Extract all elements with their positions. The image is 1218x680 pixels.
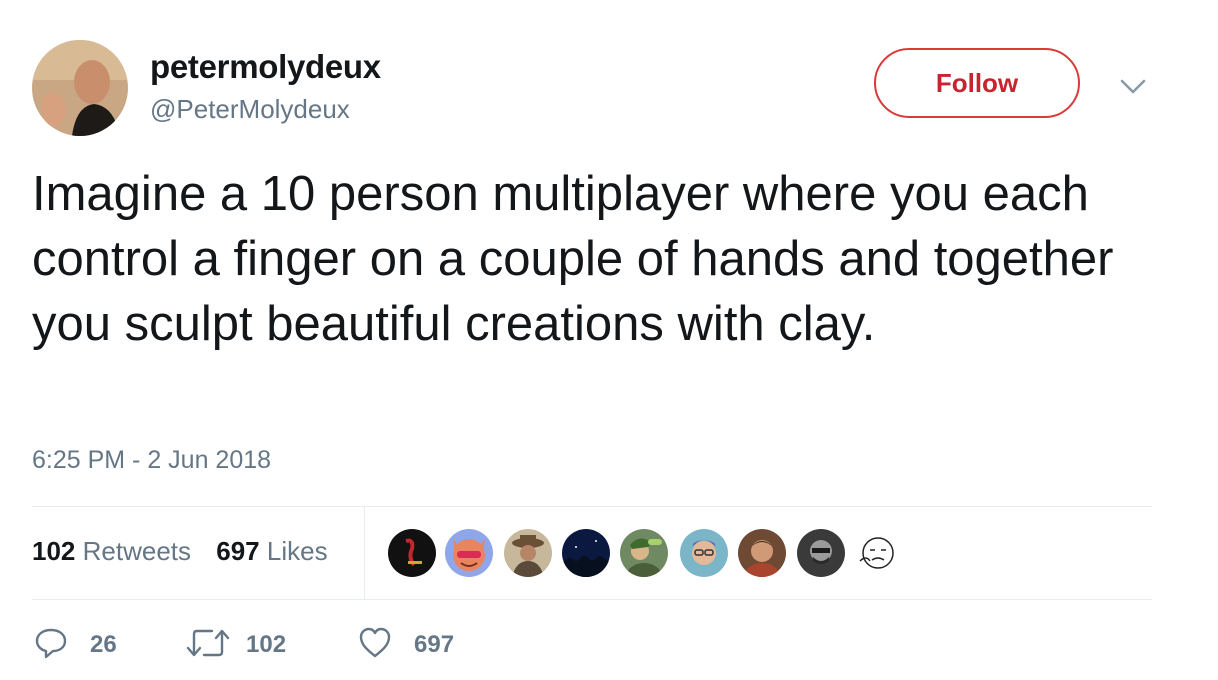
reply-count: 26 xyxy=(90,631,117,658)
author-avatar[interactable] xyxy=(32,40,128,136)
tweet-card: petermolydeux @PeterMolydeux Follow Imag… xyxy=(0,0,1218,680)
likes-label: Likes xyxy=(266,536,328,566)
liker-avatar[interactable] xyxy=(736,527,788,579)
follow-button-label: Follow xyxy=(935,67,1019,98)
like-action[interactable]: 697 xyxy=(358,622,454,668)
divider-top xyxy=(32,506,1152,507)
likes-count: 697 xyxy=(216,536,260,566)
tweet-stats: 102 Retweets 697 Likes xyxy=(32,536,346,567)
liker-avatar[interactable] xyxy=(560,527,612,579)
divider-vertical xyxy=(364,506,365,600)
liker-avatar[interactable] xyxy=(795,527,847,579)
author-handle[interactable]: @PeterMolydeux xyxy=(150,94,350,125)
reply-icon xyxy=(34,626,68,665)
heart-icon xyxy=(358,626,392,665)
liker-avatar[interactable] xyxy=(502,527,554,579)
author-name[interactable]: petermolydeux xyxy=(150,48,381,86)
tweet-timestamp[interactable]: 6:25 PM - 2 Jun 2018 xyxy=(32,446,271,475)
retweets-count: 102 xyxy=(32,536,76,566)
retweets-label: Retweets xyxy=(82,536,192,566)
reply-action[interactable]: 26 xyxy=(34,622,117,668)
liker-avatar[interactable] xyxy=(678,527,730,579)
follow-button[interactable]: Follow xyxy=(874,48,1080,118)
like-count: 697 xyxy=(414,631,455,658)
liker-avatar[interactable] xyxy=(618,527,670,579)
liker-avatar[interactable] xyxy=(852,527,904,579)
retweet-icon xyxy=(186,626,230,665)
liker-avatar[interactable] xyxy=(386,527,438,579)
retweet-count: 102 xyxy=(246,631,287,658)
likes-stat[interactable]: 697 Likes xyxy=(216,536,327,567)
retweet-action[interactable]: 102 xyxy=(186,622,286,668)
retweets-stat[interactable]: 102 Retweets xyxy=(32,536,191,567)
tweet-text: Imagine a 10 person multiplayer where yo… xyxy=(32,167,1114,351)
liker-avatar[interactable] xyxy=(443,527,495,579)
divider-bottom xyxy=(32,599,1152,600)
chevron-down-icon[interactable] xyxy=(1118,74,1148,98)
